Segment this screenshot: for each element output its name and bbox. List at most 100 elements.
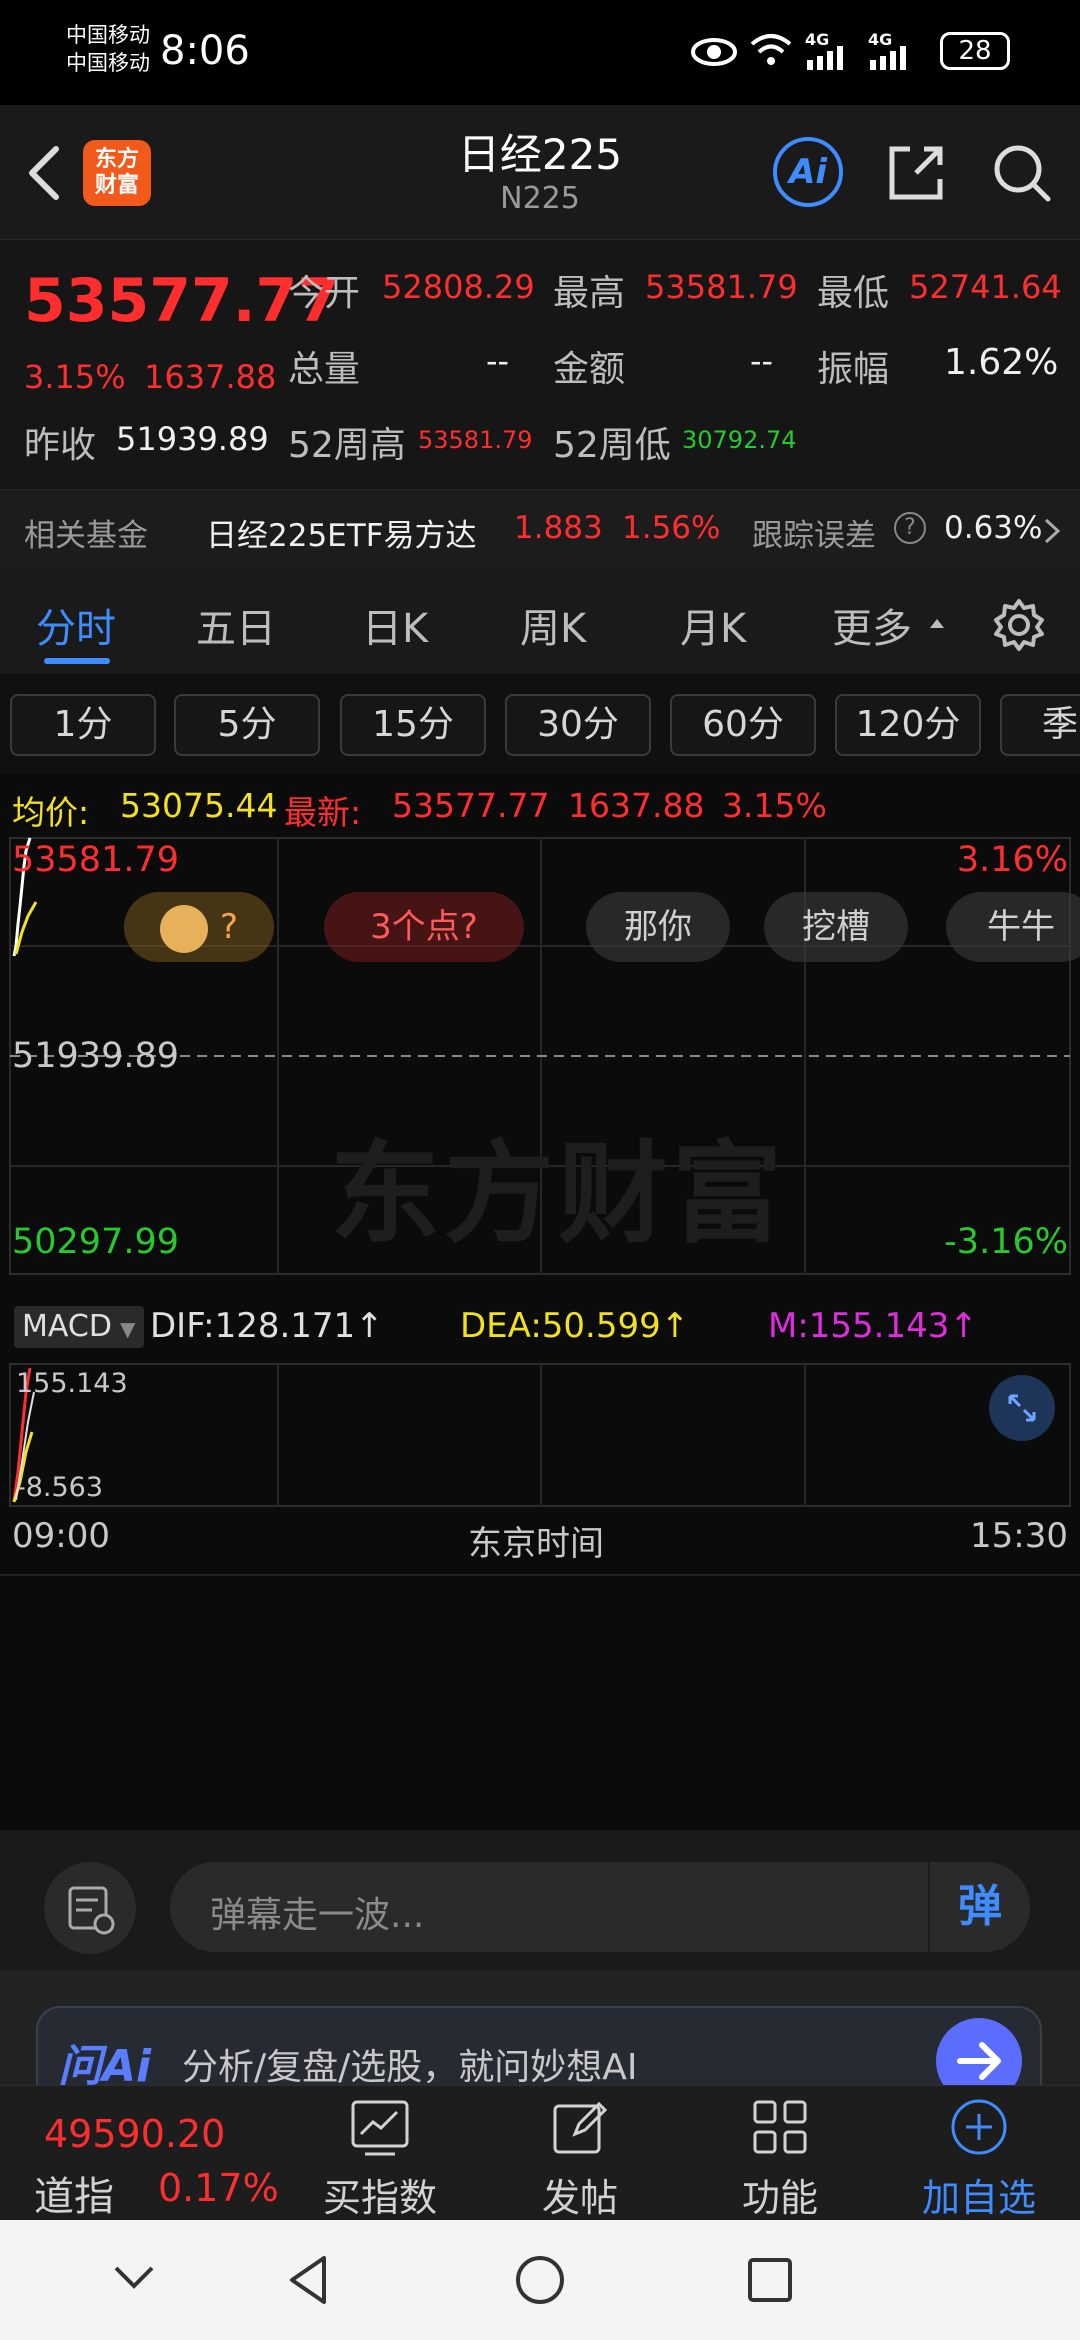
search-icon[interactable] (990, 141, 1054, 205)
y-axis-top: 53581.79 (12, 840, 180, 880)
macd-m: M:155.143↑ (768, 1306, 978, 1346)
eye-icon (691, 38, 737, 66)
chip-5min[interactable]: 5分 (174, 694, 320, 756)
barrage-bubble[interactable]: 牛牛 (946, 892, 1080, 962)
amount-value: -- (750, 342, 774, 380)
pct-axis-top: 3.16% (956, 840, 1068, 880)
volume-value: -- (486, 342, 510, 380)
header-bar: 东方 财富 日经225 N225 Ai (0, 105, 1080, 240)
signal-1-icon (807, 46, 843, 70)
share-icon[interactable] (884, 141, 948, 205)
avg-price-label: 均价: (12, 793, 90, 832)
macd-bottom-value: -8.563 (16, 1472, 104, 1503)
chip-60min[interactable]: 60分 (670, 694, 816, 756)
barrage-send-button[interactable]: 弹 (928, 1862, 1030, 1952)
active-tab-indicator (44, 658, 110, 664)
minute-interval-chips: 1分 5分 15分 30分 60分 120分 季 (0, 674, 1080, 774)
tab-weekly-k[interactable]: 周K (520, 596, 586, 654)
ask-ai-banner[interactable]: 问Ai 分析/复盘/选股，就问妙想AI (0, 1970, 1080, 2116)
ai-assistant-button[interactable]: Ai (773, 137, 843, 207)
nav-collapse-icon[interactable] (112, 2262, 156, 2292)
divider (0, 1574, 1080, 1576)
amplitude-label: 振幅 (817, 349, 890, 390)
quote-panel: 53577.77 3.15% 1637.88 昨收 51939.89 今开 52… (0, 240, 1080, 490)
prev-close-value: 51939.89 (116, 420, 269, 458)
week52-high-value: 53581.79 (418, 426, 533, 454)
y-axis-bottom: 50297.99 (12, 1222, 180, 1262)
volume-label: 总量 (288, 349, 361, 390)
intraday-chart[interactable]: 均价: 53075.44 最新: 53577.77 1637.88 3.15% … (0, 774, 1080, 1854)
fund-price: 1.883 (514, 510, 603, 546)
caret-up-icon (930, 619, 944, 628)
carrier-2: 中国移动 (66, 51, 150, 75)
help-icon[interactable]: ? (894, 512, 926, 544)
bottom-toolbar: 49590.20 道指 0.17% 买指数 发帖 功能 加自选 (0, 2085, 1080, 2220)
chip-15min[interactable]: 15分 (340, 694, 486, 756)
latest-change-percent: 3.15% (722, 786, 827, 825)
dow-index-value[interactable]: 49590.20 (44, 2112, 225, 2156)
chip-quarter[interactable]: 季 (1000, 694, 1080, 756)
time-zone-label: 东京时间 (468, 1524, 604, 1564)
tab-more[interactable]: 更多 (832, 596, 912, 654)
week52-low-label: 52周低 (553, 425, 671, 466)
indicator-selector[interactable]: MACD ▼ (14, 1306, 144, 1348)
week52-low-value: 30792.74 (682, 426, 797, 454)
carrier-1: 中国移动 (66, 23, 150, 47)
low-value: 52741.64 (909, 268, 1062, 306)
functions-button[interactable]: 功能 (710, 2096, 850, 2222)
settings-gear-icon[interactable] (992, 598, 1046, 652)
barrage-input[interactable]: 弹幕走一波... 弹 (170, 1862, 1030, 1952)
nav-home-icon[interactable] (512, 2252, 568, 2308)
clock: 8:06 (160, 28, 250, 74)
status-bar: 中国移动 中国移动 8:06 4G 4G 28 (0, 0, 1080, 105)
barrage-bubble[interactable]: 挖槽 (764, 892, 908, 962)
battery-indicator: 28 (940, 32, 1010, 70)
change-amount: 1637.88 (144, 358, 277, 396)
chip-1min[interactable]: 1分 (10, 694, 156, 756)
tab-intraday[interactable]: 分时 (36, 596, 116, 654)
dow-index-name[interactable]: 道指 (34, 2164, 114, 2222)
tab-monthly-k[interactable]: 月K (680, 596, 746, 654)
grid-apps-icon (753, 2100, 807, 2154)
tracking-error-label: 跟踪误差 (752, 518, 876, 554)
high-label: 最高 (553, 273, 626, 314)
avg-price-value: 53075.44 (120, 786, 278, 825)
chip-30min[interactable]: 30分 (505, 694, 651, 756)
page-subtitle: N225 (500, 181, 580, 216)
barrage-settings-button[interactable] (44, 1862, 136, 1954)
chart-up-icon (351, 2100, 409, 2156)
barrage-bubble[interactable]: ? (124, 892, 274, 962)
post-button[interactable]: 发帖 (510, 2096, 650, 2222)
nav-back-icon[interactable] (284, 2252, 334, 2308)
period-tabs: 分时 五日 日K 周K 月K 更多 (0, 572, 1080, 674)
barrage-bar: 弹幕走一波... 弹 (0, 1830, 1080, 1970)
latest-value: 53577.77 (392, 786, 550, 825)
tab-five-day[interactable]: 五日 (196, 596, 276, 654)
expand-icon[interactable] (988, 1374, 1056, 1442)
barrage-bubble[interactable]: 那你 (586, 892, 730, 962)
tab-daily-k[interactable]: 日K (362, 596, 428, 654)
add-watchlist-button[interactable]: 加自选 (904, 2096, 1054, 2222)
back-icon[interactable] (24, 143, 64, 203)
macd-chart-grid (9, 1363, 1071, 1507)
buy-index-button[interactable]: 买指数 (310, 2096, 450, 2222)
fund-percent: 1.56% (622, 510, 721, 546)
edit-icon (553, 2101, 608, 2154)
chevron-right-icon[interactable] (1042, 516, 1062, 546)
fund-name[interactable]: 日经225ETF易方达 (206, 510, 477, 555)
watermark: 东方财富 (330, 1130, 786, 1258)
change-percent: 3.15% (24, 358, 126, 396)
barrage-bubble[interactable]: 3个点? (324, 892, 524, 962)
nav-recents-icon[interactable] (744, 2254, 796, 2306)
high-value: 53581.79 (645, 268, 798, 306)
ask-ai-text: 分析/复盘/选股，就问妙想AI (182, 2047, 638, 2088)
week52-high-label: 52周高 (288, 425, 406, 466)
signal-2-icon (870, 46, 906, 70)
time-axis-start: 09:00 (12, 1516, 110, 1556)
system-navigation-bar (0, 2220, 1080, 2340)
amount-label: 金额 (553, 349, 626, 390)
page-title: 日经225 (457, 130, 623, 179)
low-label: 最低 (817, 273, 890, 314)
related-fund-row[interactable]: 相关基金 日经225ETF易方达 1.883 1.56% 跟踪误差 ? 0.63… (0, 490, 1080, 572)
chip-120min[interactable]: 120分 (835, 694, 981, 756)
